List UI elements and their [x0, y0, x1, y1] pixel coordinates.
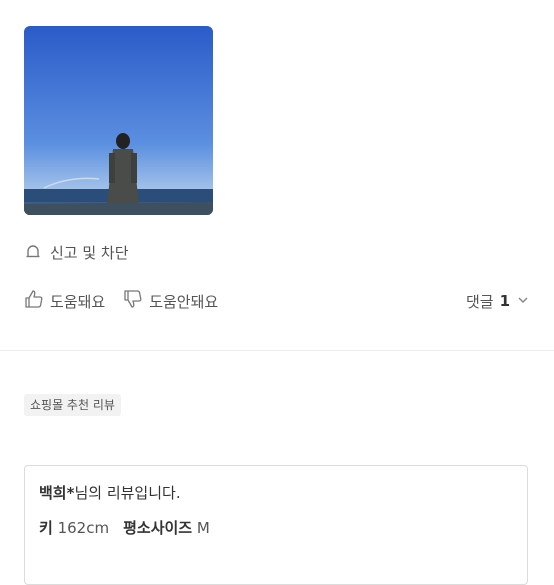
- bell-icon: [24, 243, 42, 261]
- section-divider: [0, 350, 554, 351]
- helpful-button[interactable]: 도움돼요: [24, 289, 105, 313]
- comments-toggle[interactable]: 댓글 1: [466, 291, 530, 312]
- review-photo[interactable]: [24, 26, 213, 215]
- thumbs-down-icon: [123, 289, 143, 313]
- thumbs-up-icon: [24, 289, 44, 313]
- review-actions: 도움돼요 도움안돼요 댓글 1: [24, 288, 530, 314]
- not-helpful-button[interactable]: 도움안돼요: [123, 289, 218, 313]
- height-value: 162cm: [57, 519, 110, 537]
- recommend-tag: 쇼핑몰 추천 리뷰: [24, 394, 121, 416]
- helpful-label: 도움돼요: [50, 292, 106, 311]
- comments-label: 댓글: [465, 292, 494, 311]
- review-title-suffix: 님의 리뷰입니다.: [74, 484, 181, 502]
- report-block-button[interactable]: 신고 및 차단: [24, 240, 129, 264]
- size-label: 평소사이즈: [123, 519, 193, 537]
- not-helpful-label: 도움안돼요: [149, 292, 219, 311]
- chevron-down-icon: [516, 292, 530, 311]
- comments-count: 1: [499, 292, 510, 310]
- size-value: M: [196, 519, 210, 537]
- review-meta: 키 162cm 평소사이즈 M: [39, 517, 513, 538]
- review-title: 백희*님의 리뷰입니다.: [39, 482, 513, 503]
- height-label: 키: [39, 519, 53, 537]
- review-card[interactable]: 백희*님의 리뷰입니다. 키 162cm 평소사이즈 M: [24, 465, 528, 585]
- review-user: 백희*: [39, 484, 75, 502]
- report-block-label: 신고 및 차단: [50, 243, 129, 262]
